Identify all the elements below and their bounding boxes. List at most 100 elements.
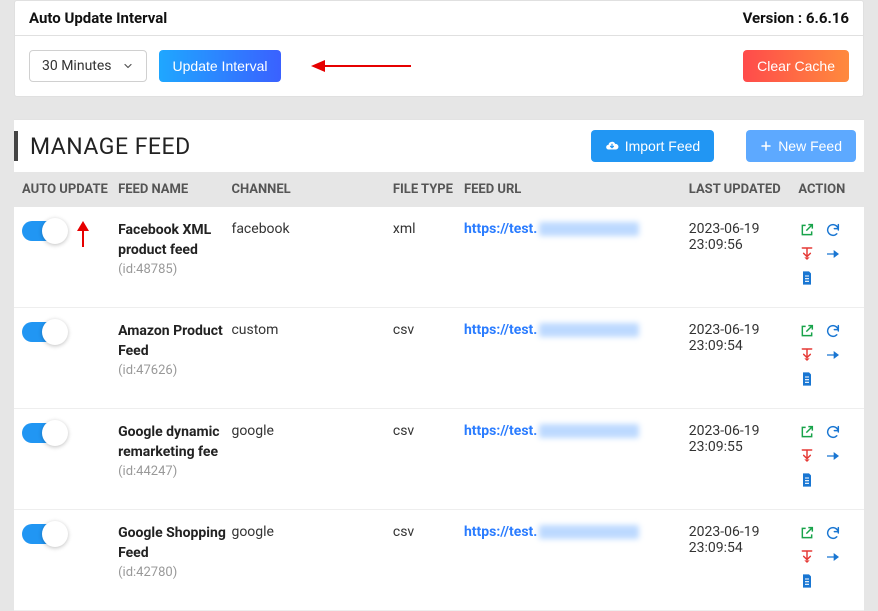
channel-cell: custom bbox=[231, 322, 392, 338]
auto-update-toggle[interactable] bbox=[22, 322, 64, 342]
refresh-icon[interactable] bbox=[824, 423, 842, 441]
document-icon[interactable] bbox=[798, 572, 816, 590]
feed-name-cell: Google Shopping Feed (id:42780) bbox=[118, 524, 231, 580]
feed-url-cell: https://test. bbox=[464, 322, 689, 338]
arrow-up-annotation bbox=[74, 221, 92, 251]
channel-cell: google bbox=[231, 423, 392, 439]
auto-update-panel: Auto Update Interval Version : 6.6.16 30… bbox=[14, 0, 864, 97]
feed-url-cell: https://test. bbox=[464, 423, 689, 439]
refresh-icon[interactable] bbox=[824, 221, 842, 239]
action-cell bbox=[798, 423, 856, 489]
document-icon[interactable] bbox=[798, 471, 816, 489]
feed-name-cell: Amazon Product Feed (id:47626) bbox=[118, 322, 231, 378]
cloud-download-icon bbox=[605, 139, 619, 153]
col-channel: CHANNEL bbox=[231, 182, 392, 197]
table-row: Google dynamic remarketing fee (id:44247)… bbox=[14, 409, 864, 510]
refresh-icon[interactable] bbox=[824, 524, 842, 542]
feed-name: Google dynamic remarketing fee bbox=[118, 423, 231, 462]
open-link-icon[interactable] bbox=[798, 322, 816, 340]
manage-feed-section: MANAGE FEED Import Feed New Feed AUTO UP… bbox=[14, 119, 864, 611]
feed-id: (id:47626) bbox=[118, 363, 231, 378]
arrow-annotation bbox=[311, 57, 411, 75]
chevron-down-icon bbox=[122, 60, 134, 72]
feed-url-link[interactable]: https://test. bbox=[464, 322, 537, 338]
section-header: MANAGE FEED Import Feed New Feed bbox=[14, 120, 864, 172]
table-row: Google Shopping Feed (id:42780) googlecsvh… bbox=[14, 510, 864, 611]
clear-cache-button[interactable]: Clear Cache bbox=[743, 50, 849, 82]
section-accent-bar bbox=[14, 131, 18, 161]
redacted-url bbox=[539, 525, 639, 539]
export-icon[interactable] bbox=[824, 346, 842, 364]
file-type-cell: xml bbox=[393, 221, 464, 237]
col-feed-url: FEED URL bbox=[464, 182, 689, 197]
col-last-updated: LAST UPDATED bbox=[689, 182, 799, 197]
table-row: Facebook XML product feed (id:48785) faceb… bbox=[14, 207, 864, 308]
col-auto-update: AUTO UPDATE bbox=[22, 182, 118, 197]
open-link-icon[interactable] bbox=[798, 221, 816, 239]
download-icon[interactable] bbox=[798, 346, 816, 364]
row-actions bbox=[798, 524, 854, 590]
row-actions bbox=[798, 423, 854, 489]
row-actions bbox=[798, 322, 854, 388]
action-cell bbox=[798, 322, 856, 388]
file-type-cell: csv bbox=[393, 423, 464, 439]
table-row: Amazon Product Feed (id:47626) customcsvht… bbox=[14, 308, 864, 409]
feed-url-cell: https://test. bbox=[464, 221, 689, 237]
redacted-url bbox=[539, 222, 639, 236]
file-type-cell: csv bbox=[393, 322, 464, 338]
feed-name: Google Shopping Feed bbox=[118, 524, 231, 563]
feed-url-cell: https://test. bbox=[464, 524, 689, 540]
plus-icon bbox=[760, 140, 772, 152]
last-updated-cell: 2023-06-1923:09:54 bbox=[689, 524, 799, 556]
download-icon[interactable] bbox=[798, 548, 816, 566]
channel-cell: google bbox=[231, 524, 392, 540]
feed-id: (id:42780) bbox=[118, 565, 231, 580]
feed-id: (id:48785) bbox=[118, 262, 231, 277]
document-icon[interactable] bbox=[798, 370, 816, 388]
redacted-url bbox=[539, 424, 639, 438]
interval-selected: 30 Minutes bbox=[42, 58, 112, 74]
panel-body: 30 Minutes Update Interval Clear Cache bbox=[15, 36, 863, 96]
open-link-icon[interactable] bbox=[798, 423, 816, 441]
new-feed-button[interactable]: New Feed bbox=[746, 130, 856, 162]
update-interval-button[interactable]: Update Interval bbox=[159, 50, 282, 82]
open-link-icon[interactable] bbox=[798, 524, 816, 542]
section-title: MANAGE FEED bbox=[30, 133, 191, 160]
row-actions bbox=[798, 221, 854, 287]
action-cell bbox=[798, 221, 856, 287]
last-updated-cell: 2023-06-1923:09:54 bbox=[689, 322, 799, 354]
export-icon[interactable] bbox=[824, 548, 842, 566]
refresh-icon[interactable] bbox=[824, 322, 842, 340]
feed-id: (id:44247) bbox=[118, 464, 231, 479]
auto-update-toggle[interactable] bbox=[22, 221, 64, 241]
panel-header: Auto Update Interval Version : 6.6.16 bbox=[15, 1, 863, 36]
last-updated-cell: 2023-06-1923:09:55 bbox=[689, 423, 799, 455]
feed-name: Amazon Product Feed bbox=[118, 322, 231, 361]
last-updated-cell: 2023-06-1923:09:56 bbox=[689, 221, 799, 253]
feed-name-cell: Google dynamic remarketing fee (id:44247) bbox=[118, 423, 231, 479]
channel-cell: facebook bbox=[231, 221, 392, 237]
auto-update-toggle[interactable] bbox=[22, 423, 64, 443]
col-feed-name: FEED NAME bbox=[118, 182, 231, 197]
feed-url-link[interactable]: https://test. bbox=[464, 221, 537, 237]
col-action: ACTION bbox=[798, 182, 856, 197]
feed-url-link[interactable]: https://test. bbox=[464, 524, 537, 540]
interval-select[interactable]: 30 Minutes bbox=[29, 50, 147, 82]
feed-name-cell: Facebook XML product feed (id:48785) bbox=[118, 221, 231, 277]
panel-title: Auto Update Interval bbox=[29, 9, 167, 27]
feed-url-link[interactable]: https://test. bbox=[464, 423, 537, 439]
file-type-cell: csv bbox=[393, 524, 464, 540]
version-label: Version : 6.6.16 bbox=[743, 9, 849, 27]
redacted-url bbox=[539, 323, 639, 337]
auto-update-toggle[interactable] bbox=[22, 524, 64, 544]
feed-name: Facebook XML product feed bbox=[118, 221, 231, 260]
download-icon[interactable] bbox=[798, 447, 816, 465]
import-feed-button[interactable]: Import Feed bbox=[591, 130, 714, 162]
export-icon[interactable] bbox=[824, 447, 842, 465]
table-header: AUTO UPDATE FEED NAME CHANNEL FILE TYPE … bbox=[14, 172, 864, 207]
export-icon[interactable] bbox=[824, 245, 842, 263]
col-file-type: FILE TYPE bbox=[393, 182, 464, 197]
document-icon[interactable] bbox=[798, 269, 816, 287]
download-icon[interactable] bbox=[798, 245, 816, 263]
action-cell bbox=[798, 524, 856, 590]
